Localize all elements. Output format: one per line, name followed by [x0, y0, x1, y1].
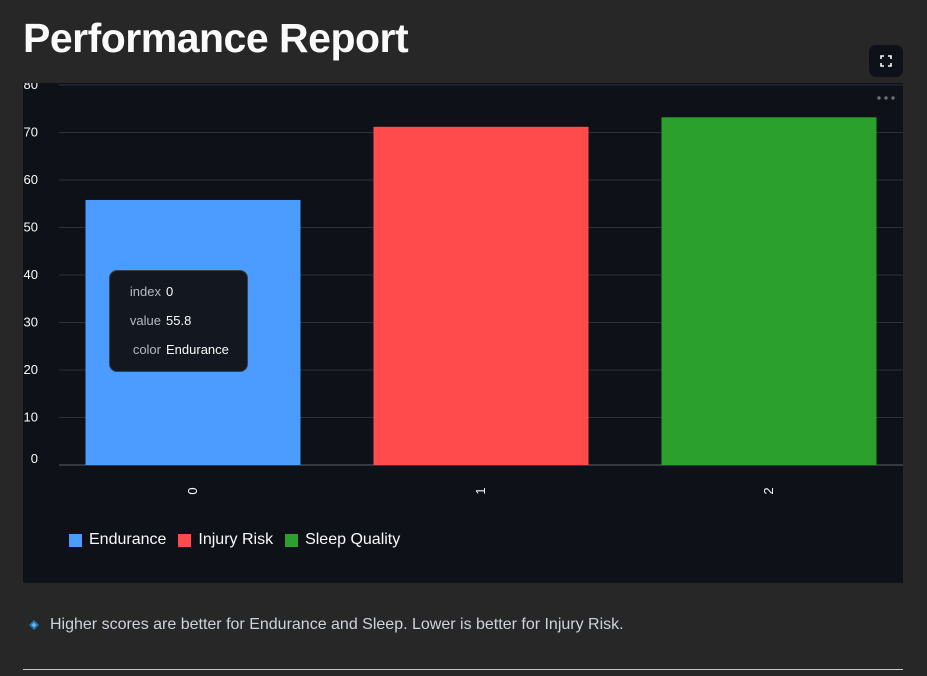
page: Performance Report 0 10 20 30 40 50 60 70 80 0 1 2 … [0, 0, 927, 676]
y-tick-label: 10 [24, 410, 38, 425]
page-title: Performance Report [23, 15, 409, 61]
y-tick-label: 30 [24, 315, 38, 330]
bar-injury-risk[interactable] [373, 126, 589, 466]
fullscreen-icon [880, 55, 892, 67]
legend-item-endurance[interactable]: Endurance [69, 531, 166, 549]
tooltip-key: index [129, 284, 161, 299]
x-tick-label: 2 [761, 487, 776, 494]
tooltip-key: value [129, 313, 161, 328]
legend-item-sleep-quality[interactable]: Sleep Quality [285, 531, 400, 549]
legend-swatch [69, 533, 82, 547]
note-text: Higher scores are better for Endurance a… [50, 616, 624, 633]
tooltip-value: 0 [166, 284, 174, 299]
diamond-bullet-icon [29, 620, 39, 630]
tooltip-row-color: color Endurance [110, 341, 249, 359]
legend-swatch [285, 533, 299, 547]
tooltip-value: Endurance [166, 342, 229, 357]
y-tick-label: 80 [24, 83, 38, 92]
y-tick-label: 50 [24, 220, 38, 235]
x-tick-label: 0 [185, 487, 200, 494]
y-tick-label: 40 [24, 267, 38, 282]
legend-swatch [178, 533, 192, 547]
legend-label: Injury Risk [198, 531, 274, 548]
x-tick-label: 1 [473, 487, 488, 494]
y-tick-label: 60 [24, 172, 38, 187]
fullscreen-button[interactable] [869, 45, 903, 77]
y-tick-label: 20 [24, 362, 38, 377]
tooltip-key: color [132, 342, 161, 357]
y-tick-label: 70 [24, 125, 38, 140]
y-tick-label: 0 [31, 451, 38, 466]
tooltip-row-index: index 0 [110, 283, 249, 301]
tooltip-value: 55.8 [166, 313, 192, 328]
legend-label: Sleep Quality [305, 531, 401, 548]
divider [23, 669, 903, 670]
legend-item-injury-risk[interactable]: Injury Risk [178, 531, 273, 549]
chart-tooltip: index 0 value 55.8 color Endurance [109, 270, 248, 372]
chart-legend: Endurance Injury Risk Sleep Quality [69, 529, 400, 551]
chart-panel: 0 10 20 30 40 50 60 70 80 0 1 2 index 0 value 55.8 … [23, 83, 903, 583]
info-note: Higher scores are better for Endurance a… [28, 616, 624, 634]
more-horizontal-icon[interactable] [876, 93, 896, 103]
legend-label: Endurance [89, 531, 167, 548]
tooltip-row-value: value 55.8 [110, 312, 249, 330]
bar-sleep-quality[interactable] [661, 117, 877, 466]
